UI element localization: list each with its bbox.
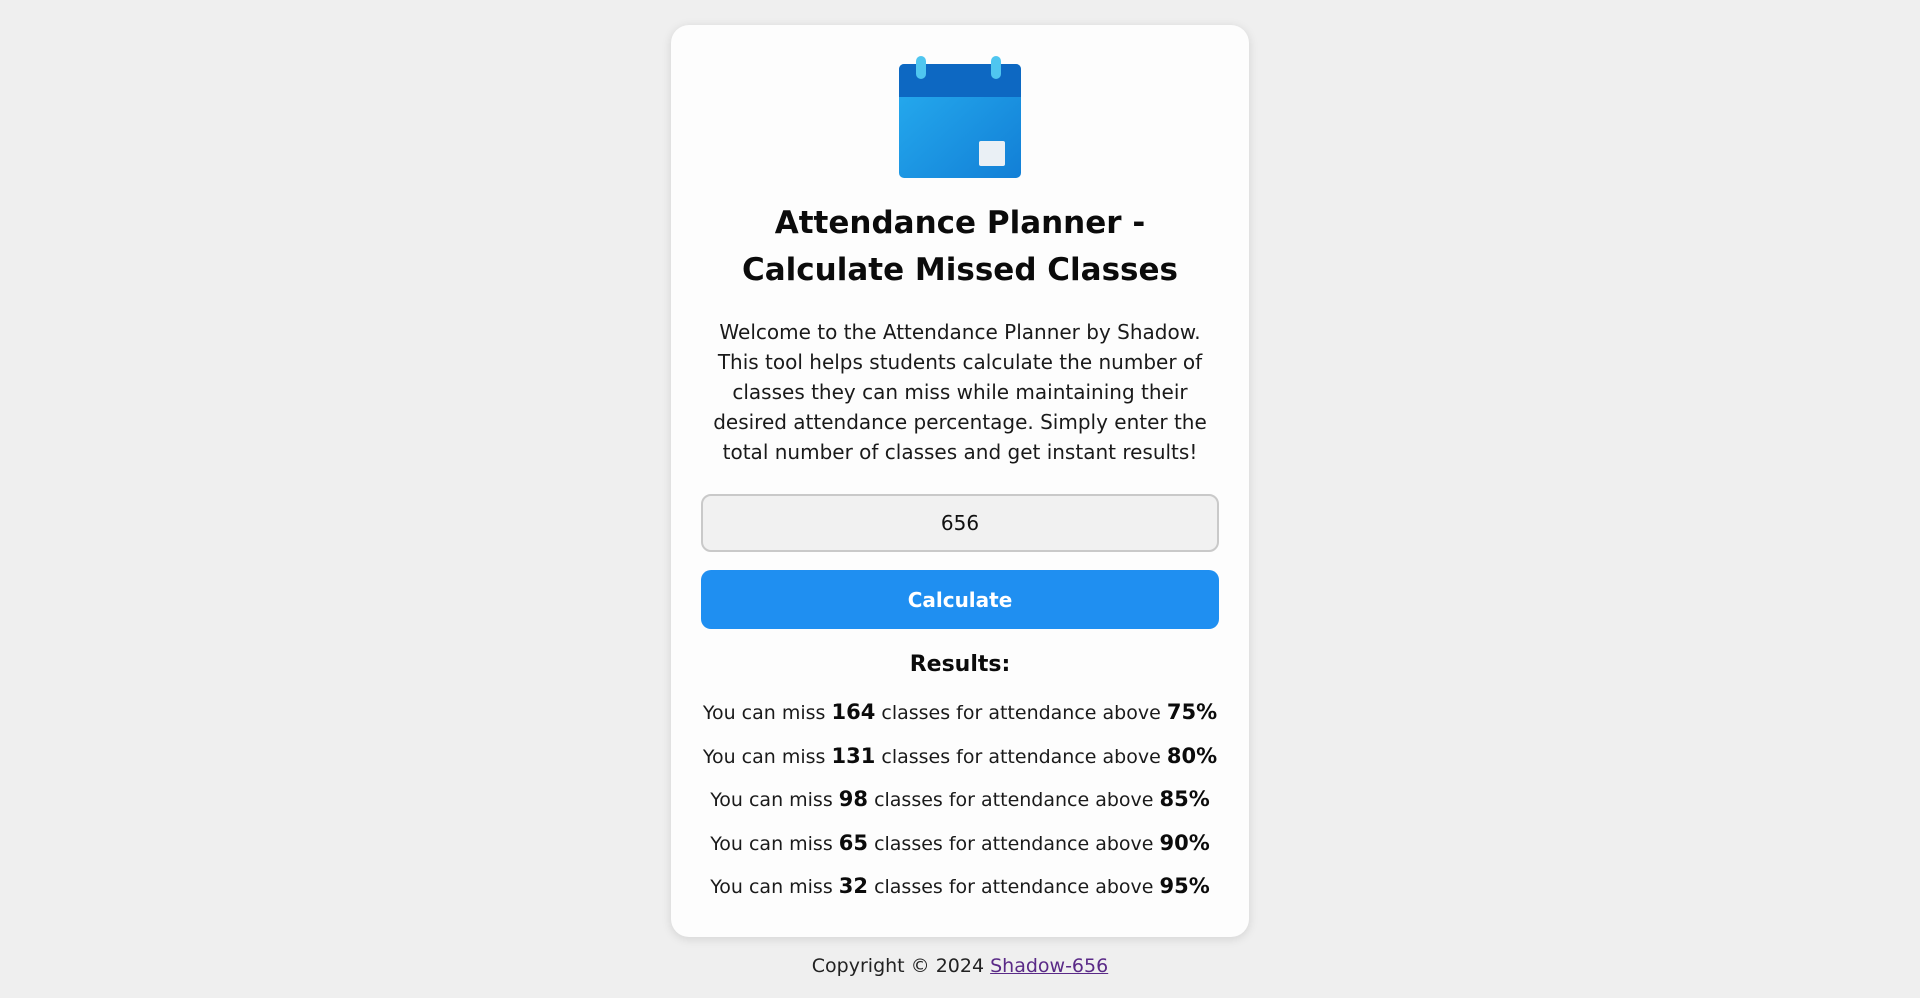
result-middle: classes for attendance above	[874, 789, 1154, 811]
result-count: 32	[838, 874, 869, 898]
result-prefix: You can miss	[702, 745, 826, 768]
result-percent: 95%	[1159, 874, 1210, 898]
result-prefix: You can miss	[702, 702, 826, 724]
result-percent: 90%	[1159, 830, 1210, 855]
results-list: You can miss 164 classes for attendance …	[671, 691, 1249, 909]
author-link[interactable]: Shadow-656	[990, 955, 1108, 977]
result-prefix: You can miss	[710, 832, 833, 855]
result-item: You can miss 98 classes for attendance a…	[671, 778, 1249, 822]
copyright-text: Copyright © 2024	[811, 955, 985, 977]
result-prefix: You can miss	[710, 789, 833, 811]
result-count: 65	[838, 830, 869, 855]
planner-card: Attendance Planner - Calculate Missed Cl…	[671, 25, 1249, 937]
page-title: Attendance Planner - Calculate Missed Cl…	[742, 205, 1178, 288]
result-middle: classes for attendance above	[874, 832, 1154, 855]
calendar-icon	[899, 56, 1021, 178]
result-prefix: You can miss	[710, 876, 833, 898]
total-classes-input[interactable]	[701, 494, 1219, 552]
result-middle: classes for attendance above	[881, 702, 1161, 724]
intro-description: Welcome to the Attendance Planner by Sha…	[713, 320, 1207, 464]
result-middle: classes for attendance above	[874, 876, 1154, 898]
result-middle: classes for attendance above	[881, 745, 1161, 768]
result-count: 98	[838, 787, 869, 811]
calculate-button[interactable]: Calculate	[701, 570, 1219, 629]
result-percent: 75%	[1166, 700, 1218, 724]
footer: Copyright © 2024 Shadow-656	[0, 955, 1920, 977]
result-item: You can miss 131 classes for attendance …	[671, 735, 1249, 779]
results-title: Results:	[909, 652, 1011, 677]
result-percent: 85%	[1159, 787, 1210, 811]
result-item: You can miss 32 classes for attendance a…	[671, 865, 1249, 909]
result-item: You can miss 164 classes for attendance …	[671, 691, 1249, 735]
result-count: 164	[831, 700, 876, 724]
result-item: You can miss 65 classes for attendance a…	[671, 822, 1249, 866]
result-count: 131	[831, 743, 876, 768]
result-percent: 80%	[1166, 743, 1218, 768]
